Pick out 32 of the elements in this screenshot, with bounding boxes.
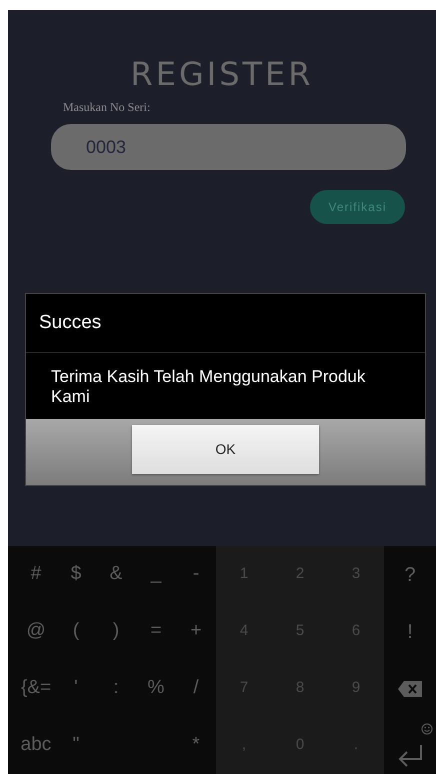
keyboard-key[interactable]: & (96, 560, 136, 589)
keyboard-key[interactable]: : (96, 674, 136, 703)
keyboard-key[interactable]: _ (136, 560, 176, 589)
keyboard-key[interactable]: . (328, 734, 384, 757)
field-label: Masukan No Seri: (63, 99, 150, 116)
dialog-title: Succes (26, 294, 425, 353)
keyboard-key[interactable]: - (176, 560, 216, 589)
keyboard-key[interactable]: ' (56, 674, 96, 703)
keyboard-key[interactable]: * (176, 731, 216, 760)
keyboard-key[interactable]: ! (384, 616, 436, 646)
keyboard-key[interactable]: % (136, 674, 176, 703)
verify-button[interactable]: Verifikasi (310, 190, 405, 224)
keyboard-key[interactable]: = (136, 617, 176, 646)
keyboard-key[interactable]: ( (56, 617, 96, 646)
smiley-icon (421, 723, 433, 735)
enter-icon[interactable] (397, 744, 423, 768)
keyboard-key[interactable]: # (16, 560, 56, 589)
serial-input-field[interactable]: 0003 (51, 124, 406, 170)
keyboard-key[interactable]: @ (16, 617, 56, 646)
screen-title: REGISTER (130, 54, 314, 94)
dialog-message: Terima Kasih Telah Menggunakan Produk Kami (50, 366, 366, 408)
keyboard-key[interactable]: abc (16, 731, 56, 760)
keyboard-key[interactable]: $ (56, 560, 96, 589)
keyboard-key[interactable]: {&= (16, 674, 56, 703)
keyboard-key[interactable]: / (176, 674, 216, 703)
keyboard-key[interactable]: , (216, 734, 272, 757)
keyboard-key[interactable]: ? (384, 560, 436, 590)
keyboard-key[interactable]: " (56, 731, 96, 760)
backspace-icon[interactable] (397, 680, 423, 698)
ok-button[interactable]: OK (132, 425, 319, 474)
keyboard-key[interactable]: ) (96, 617, 136, 646)
keyboard-key[interactable]: + (176, 617, 216, 646)
